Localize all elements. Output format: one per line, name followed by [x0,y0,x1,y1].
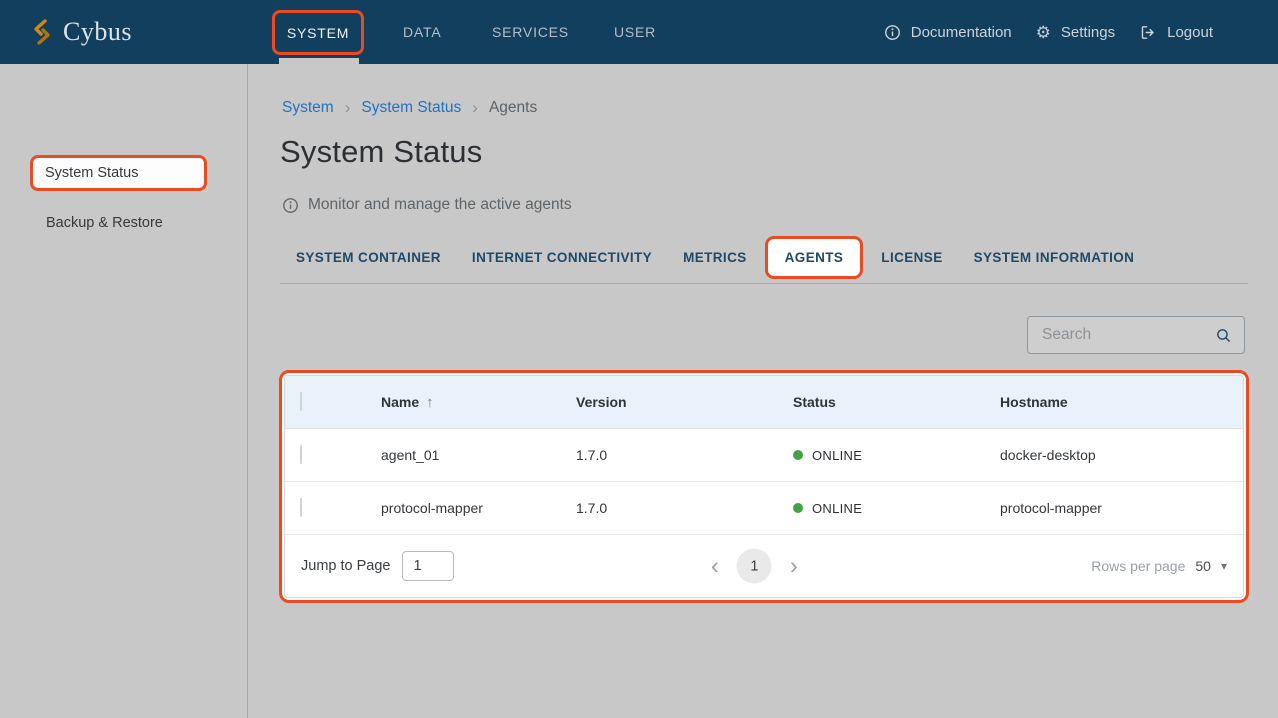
cell-name: protocol-mapper [381,500,576,516]
tab-metrics[interactable]: METRICS [683,250,747,265]
sidebar: System Status Backup & Restore [0,64,248,718]
nav-item-system[interactable]: SYSTEM [272,10,364,55]
breadcrumb-agents: Agents [489,99,537,117]
search-input[interactable] [1028,317,1244,353]
online-status-dot [793,503,803,513]
sidebar-item-backup-restore[interactable]: Backup & Restore [46,210,163,236]
tab-system-container[interactable]: SYSTEM CONTAINER [296,250,441,265]
select-row-checkbox[interactable] [300,445,302,464]
tab-internet-connectivity[interactable]: INTERNET CONNECTIVITY [472,250,652,265]
agents-table: Name↑ Version Status Hostname agent_01 1… [284,375,1244,598]
info-icon [282,197,299,214]
page-title: System Status [280,134,482,170]
current-page-button[interactable]: 1 [737,549,772,584]
tab-divider [280,283,1248,284]
previous-page-icon[interactable]: ‹ [707,554,723,578]
active-nav-indicator [279,58,359,64]
breadcrumb: System › System Status › Agents [282,98,537,118]
search-icon[interactable] [1215,327,1232,344]
column-header-status[interactable]: Status [793,394,1000,410]
cell-hostname: protocol-mapper [1000,500,1243,516]
pager: ‹ 1 › [707,549,802,584]
nav-actions: Documentation ⚙ Settings Logout [884,0,1213,64]
logo-text: Cybus [63,17,132,47]
settings-label: Settings [1061,24,1115,41]
select-all-checkbox[interactable] [300,392,302,411]
cybus-logo-icon [30,19,54,45]
online-status-dot [793,450,803,460]
table-row[interactable]: agent_01 1.7.0 ONLINE docker-desktop [285,429,1243,482]
rows-per-page-select[interactable]: Rows per page 50 ▾ [1091,558,1227,574]
column-header-name[interactable]: Name↑ [381,394,576,411]
nav-item-services[interactable]: SERVICES [492,0,569,64]
cell-hostname: docker-desktop [1000,447,1243,463]
sidebar-item-system-status[interactable]: System Status [30,155,207,191]
agents-table-annotation: Name↑ Version Status Hostname agent_01 1… [279,370,1249,603]
jump-to-page-input[interactable] [402,551,454,581]
cell-status: ONLINE [793,501,1000,516]
tab-license[interactable]: LICENSE [881,250,942,265]
page-subtitle: Monitor and manage the active agents [282,196,572,214]
sidebar-item-system-status-label: System Status [45,165,138,181]
nav-item-system-label: SYSTEM [287,25,349,41]
search-box [1027,316,1245,354]
page-subtitle-text: Monitor and manage the active agents [308,196,572,214]
table-header-row: Name↑ Version Status Hostname [285,376,1243,429]
caret-down-icon: ▾ [1221,559,1227,573]
table-row[interactable]: protocol-mapper 1.7.0 ONLINE protocol-ma… [285,482,1243,535]
logo[interactable]: Cybus [30,0,132,64]
cell-name: agent_01 [381,447,576,463]
breadcrumb-system[interactable]: System [282,99,334,117]
top-navbar: Cybus SYSTEM DATA SERVICES USER Document… [0,0,1278,64]
select-row-checkbox[interactable] [300,498,302,517]
cell-status: ONLINE [793,448,1000,463]
tab-agents[interactable]: AGENTS [765,236,864,279]
nav-item-data[interactable]: DATA [403,0,441,64]
table-footer: Jump to Page ‹ 1 › Rows per page 50 ▾ [285,535,1243,597]
gear-icon: ⚙ [1036,24,1051,41]
tab-system-information[interactable]: SYSTEM INFORMATION [974,250,1135,265]
documentation-label: Documentation [911,24,1012,41]
breadcrumb-separator-icon: › [472,98,478,118]
nav-item-user[interactable]: USER [614,0,656,64]
cell-version: 1.7.0 [576,500,793,516]
next-page-icon[interactable]: › [786,554,802,578]
cell-version: 1.7.0 [576,447,793,463]
logout-icon [1139,24,1157,41]
logout-button[interactable]: Logout [1139,24,1213,41]
jump-to-page: Jump to Page [301,551,454,581]
jump-to-page-label: Jump to Page [301,558,390,574]
tab-bar: SYSTEM CONTAINER INTERNET CONNECTIVITY M… [296,234,1134,280]
info-icon [884,24,901,41]
documentation-button[interactable]: Documentation [884,24,1012,41]
column-header-version[interactable]: Version [576,394,793,410]
breadcrumb-separator-icon: › [345,98,351,118]
sidebar-item-backup-restore-label: Backup & Restore [46,215,163,231]
column-header-hostname[interactable]: Hostname [1000,394,1243,410]
breadcrumb-system-status[interactable]: System Status [361,99,461,117]
settings-button[interactable]: ⚙ Settings [1036,24,1115,41]
rows-per-page-label: Rows per page [1091,558,1185,574]
sort-ascending-icon: ↑ [426,394,434,411]
logout-label: Logout [1167,24,1213,41]
rows-per-page-value: 50 [1195,558,1211,574]
